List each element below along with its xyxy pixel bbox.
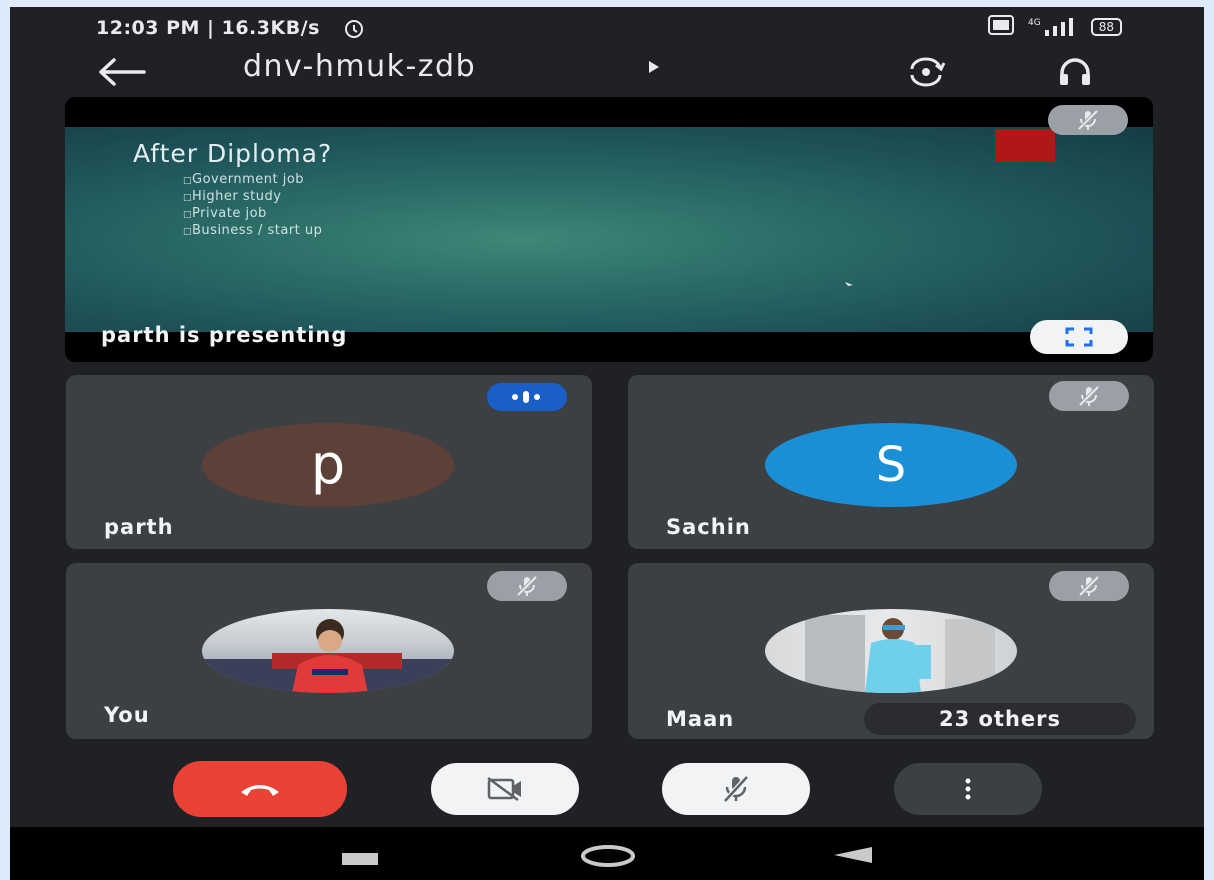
slide-item: Higher study	[183, 189, 322, 206]
mic-muted-badge	[1049, 381, 1129, 411]
participant-tile-you[interactable]: You	[66, 563, 592, 739]
participant-name: Sachin	[666, 515, 751, 539]
presenting-label: parth is presenting	[101, 323, 348, 347]
avatar-photo	[765, 609, 1017, 693]
more-vert-icon	[965, 778, 971, 800]
volte-icon	[988, 15, 1015, 39]
presentation-tile[interactable]: After Diploma? Government job Higher stu…	[65, 97, 1153, 362]
slide-red-block	[995, 129, 1055, 162]
camera-off-icon	[487, 776, 521, 802]
meet-screen: 12:03 PM | 16.3KB/s 4G 88 dnv-hmuk-zdb A…	[10, 7, 1204, 880]
mic-off-icon	[1078, 575, 1100, 597]
participant-name: parth	[104, 515, 174, 539]
mic-off-icon	[1078, 385, 1100, 407]
signal-icon: 4G	[1028, 18, 1077, 36]
more-options-button[interactable]	[894, 763, 1042, 815]
meeting-header: dnv-hmuk-zdb	[10, 49, 1204, 99]
back-arrow-icon[interactable]	[96, 57, 146, 91]
switch-camera-icon[interactable]	[906, 55, 946, 93]
status-time: 12:03 PM | 16.3KB/s	[96, 17, 320, 39]
participant-tile-parth[interactable]: p parth	[66, 375, 592, 549]
recents-icon[interactable]	[342, 850, 378, 869]
slide-item: Government job	[183, 172, 322, 189]
network-type: 4G	[1028, 18, 1041, 28]
mic-off-icon	[516, 575, 538, 597]
participant-tile-sachin[interactable]: S Sachin	[628, 375, 1154, 549]
mic-muted-badge	[1049, 571, 1129, 601]
participant-name: Maan	[666, 707, 735, 731]
status-icons: 4G 88	[988, 15, 1122, 39]
audio-level-icon	[512, 391, 540, 403]
audio-output-icon[interactable]	[1058, 57, 1092, 91]
others-count-label: 23 others	[938, 707, 1062, 731]
mic-muted-badge	[1048, 105, 1128, 135]
participant-tile-maan[interactable]: Maan 23 others	[628, 563, 1154, 739]
avatar: S	[765, 423, 1017, 507]
slide-title: After Diploma?	[133, 139, 333, 168]
back-nav-icon[interactable]	[834, 847, 872, 867]
battery-indicator: 88	[1090, 18, 1122, 36]
mic-muted-badge	[487, 571, 567, 601]
participant-name: You	[104, 703, 150, 727]
avatar: p	[202, 423, 454, 507]
status-bar: 12:03 PM | 16.3KB/s 4G 88	[10, 7, 1204, 47]
avatar-initial: p	[310, 433, 346, 496]
microphone-toggle-button[interactable]	[662, 763, 810, 815]
phone-hangup-icon	[241, 785, 279, 796]
others-count-button[interactable]: 23 others	[864, 703, 1136, 735]
slide-item: Business / start up	[183, 223, 322, 240]
slide-item: Private job	[183, 206, 322, 223]
alarm-icon	[343, 17, 365, 43]
avatar-photo	[202, 609, 454, 693]
cursor-icon	[845, 273, 853, 292]
speaking-badge	[487, 383, 567, 411]
camera-toggle-button[interactable]	[431, 763, 579, 815]
shared-slide: After Diploma? Government job Higher stu…	[65, 127, 1153, 332]
fullscreen-button[interactable]	[1030, 320, 1128, 354]
expand-arrow-icon[interactable]	[647, 59, 661, 79]
avatar-initial: S	[875, 437, 907, 493]
system-nav-bar	[10, 827, 1204, 880]
end-call-button[interactable]	[173, 761, 347, 817]
meeting-code[interactable]: dnv-hmuk-zdb	[243, 49, 476, 84]
fullscreen-icon	[1065, 327, 1093, 347]
mic-off-icon	[1077, 109, 1099, 131]
home-icon[interactable]	[580, 844, 636, 872]
mic-off-icon	[723, 775, 749, 803]
slide-list: Government job Higher study Private job …	[183, 172, 322, 240]
